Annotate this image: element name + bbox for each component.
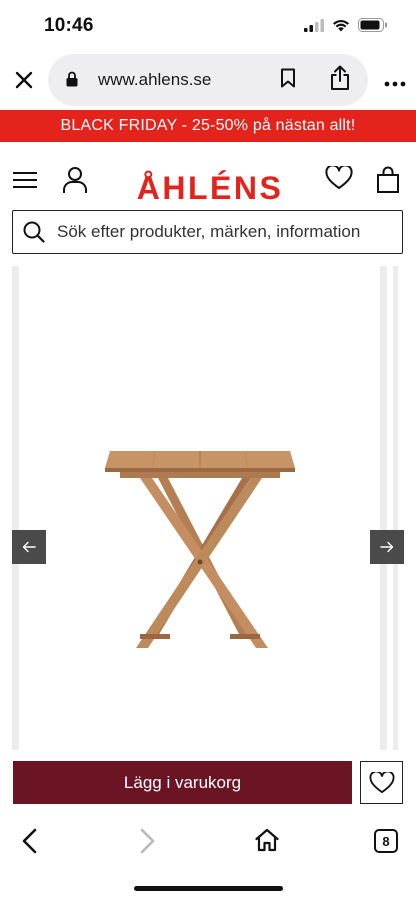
- hamburger-menu-icon: [13, 172, 37, 188]
- browser-toolbar: 8: [0, 816, 416, 900]
- search-icon: [23, 221, 45, 243]
- search-input[interactable]: [57, 211, 397, 252]
- previous-slide-edge: [12, 266, 19, 750]
- account-button[interactable]: [62, 166, 88, 199]
- status-icons: [304, 18, 388, 32]
- next-slide-edge: [393, 266, 398, 750]
- share-button[interactable]: [330, 65, 350, 96]
- close-tab-button[interactable]: [10, 66, 38, 94]
- browser-forward-button[interactable]: [137, 828, 157, 859]
- menu-button[interactable]: [13, 172, 37, 193]
- heart-icon: [369, 771, 394, 793]
- url-field[interactable]: www.ahlens.se: [48, 54, 368, 106]
- svg-text:ÅHLÉNS: ÅHLÉNS: [137, 170, 284, 203]
- arrow-right-icon: [380, 541, 394, 553]
- share-icon: [331, 65, 349, 90]
- arrow-left-icon: [22, 541, 36, 553]
- ahlens-logo[interactable]: ÅHLÉNS: [130, 164, 290, 204]
- home-icon: [255, 828, 279, 852]
- user-icon: [63, 167, 87, 193]
- url-text: www.ahlens.se: [98, 70, 212, 89]
- battery-icon: [358, 18, 387, 32]
- status-time: 10:46: [44, 15, 94, 36]
- more-dots-icon: [384, 81, 406, 87]
- ahlens-logo-wordmark: ÅHLÉNS: [137, 170, 284, 203]
- tab-switcher-button[interactable]: 8: [374, 829, 398, 853]
- chevron-left-icon: [22, 828, 37, 854]
- bookmark-icon: [281, 68, 295, 88]
- product-gallery[interactable]: [0, 266, 416, 750]
- status-bar: 10:46: [0, 0, 416, 52]
- browser-home-button[interactable]: [254, 828, 280, 857]
- more-options-button[interactable]: [384, 74, 406, 92]
- lock-icon: [66, 71, 78, 87]
- previous-image-button[interactable]: [12, 530, 46, 564]
- cellular-signal-icon: [304, 18, 324, 32]
- home-indicator: [134, 886, 283, 891]
- browser-address-bar: www.ahlens.se: [0, 52, 416, 110]
- promo-banner[interactable]: BLACK FRIDAY - 25-50% på nästan allt!: [0, 110, 416, 142]
- shopping-bag-button[interactable]: [376, 166, 400, 199]
- bookmark-button[interactable]: [280, 68, 296, 93]
- search-box[interactable]: [12, 210, 403, 254]
- wishlist-button[interactable]: [325, 164, 353, 195]
- product-image-folding-table[interactable]: [100, 446, 300, 656]
- add-to-cart-button[interactable]: Lägg i varukorg: [13, 761, 352, 804]
- tab-count: 8: [382, 833, 390, 849]
- page: 10:46 www.ahlens.se BLACK FRIDAY - 25-50…: [0, 0, 416, 900]
- add-to-cart-row: Lägg i varukorg: [0, 750, 416, 816]
- shopping-bag-icon: [377, 166, 399, 193]
- next-slide-edge: [380, 266, 387, 750]
- browser-back-button[interactable]: [20, 828, 40, 859]
- promo-text: BLACK FRIDAY - 25-50% på nästan allt!: [60, 117, 356, 134]
- chevron-right-icon: [140, 828, 155, 854]
- add-to-wishlist-button[interactable]: [360, 761, 403, 804]
- next-image-button[interactable]: [370, 530, 404, 564]
- wifi-icon: [333, 19, 349, 31]
- close-icon: [15, 71, 33, 89]
- site-header: ÅHLÉNS: [0, 142, 416, 266]
- heart-icon: [325, 164, 353, 189]
